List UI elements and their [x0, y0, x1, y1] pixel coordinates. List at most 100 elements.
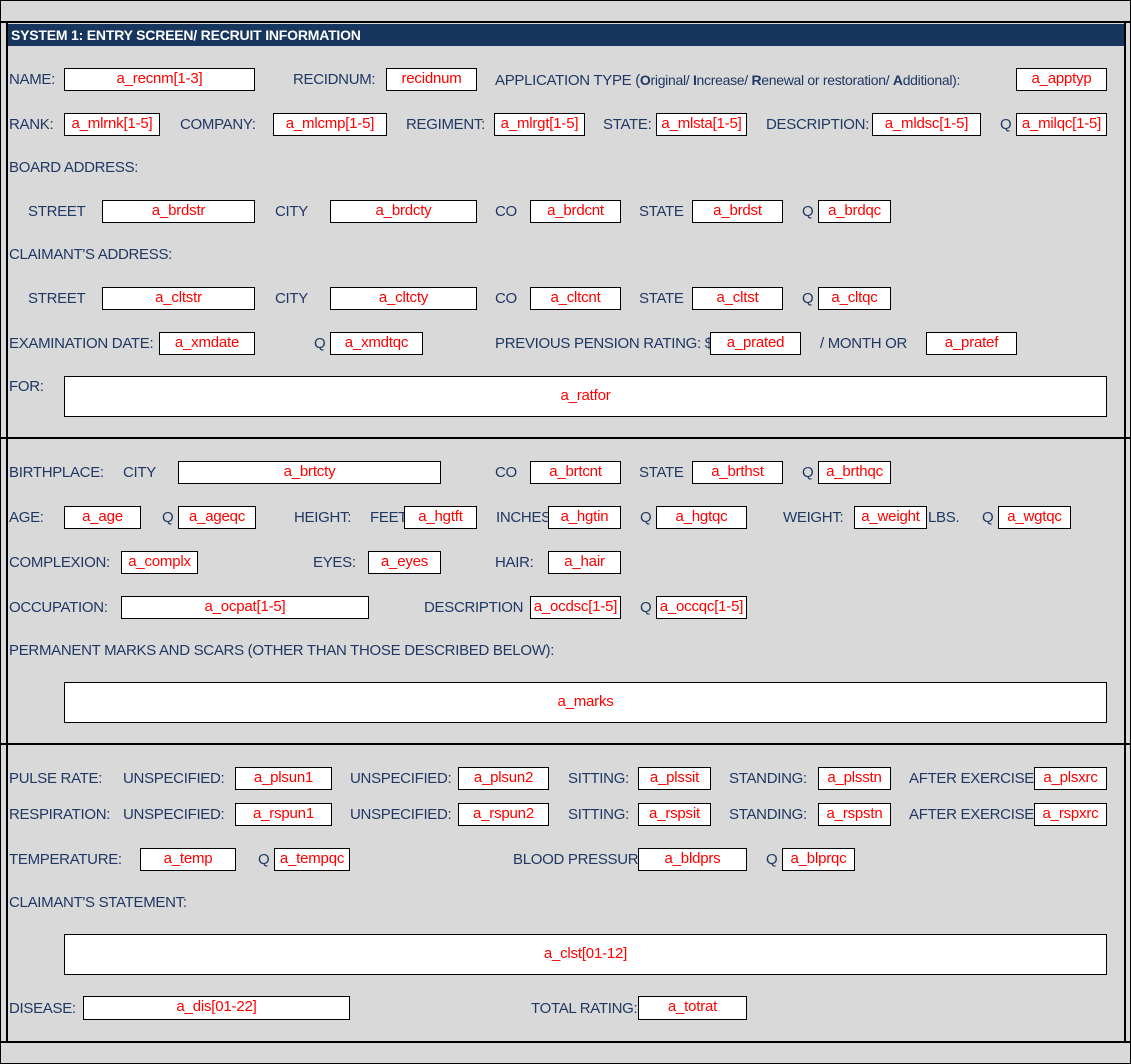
previous-rating-label: PREVIOUS PENSION RATING: $	[495, 335, 713, 352]
claimant-county-field[interactable]: a_cltcnt	[530, 287, 621, 310]
board-street-field[interactable]: a_brdstr	[102, 200, 255, 223]
rating-for-label: FOR:	[9, 378, 44, 395]
eyes-field[interactable]: a_eyes	[368, 551, 441, 574]
app-type-original-initial: O	[639, 72, 651, 88]
pulse-unspecified1-label: UNSPECIFIED:	[123, 770, 225, 787]
height-q-label: Q	[640, 509, 652, 526]
board-state-field[interactable]: a_brdst	[692, 200, 783, 223]
temperature-field[interactable]: a_temp	[140, 848, 236, 871]
height-feet-field[interactable]: a_hgtft	[404, 506, 477, 529]
respiration-unspecified2-field[interactable]: a_rspun2	[458, 803, 549, 826]
birth-state-field[interactable]: a_brthst	[692, 461, 783, 484]
temperature-label: TEMPERATURE:	[9, 851, 122, 868]
total-rating-label: TOTAL RATING:	[531, 1000, 638, 1017]
name-label: NAME:	[9, 71, 56, 88]
marks-field[interactable]: a_marks	[64, 682, 1107, 723]
military-description-label: DESCRIPTION:	[766, 116, 870, 133]
form-header: SYSTEM 1: ENTRY SCREEN/ RECRUIT INFORMAT…	[8, 24, 1124, 46]
company-field[interactable]: a_mlcmp[1-5]	[273, 113, 387, 136]
military-state-label: STATE:	[603, 116, 652, 133]
weight-q-field[interactable]: a_wgtqc	[998, 506, 1071, 529]
claimant-statement-field[interactable]: a_clst[01-12]	[64, 934, 1107, 975]
hair-field[interactable]: a_hair	[548, 551, 621, 574]
military-q-field[interactable]: a_milqc[1-5]	[1016, 113, 1107, 136]
age-field[interactable]: a_age	[64, 506, 141, 529]
respiration-unspecified1-field[interactable]: a_rspun1	[235, 803, 332, 826]
app-type-additional-initial: A	[892, 72, 903, 88]
weight-field[interactable]: a_weight	[854, 506, 927, 529]
occupation-label: OCCUPATION:	[9, 599, 108, 616]
rating-for-field[interactable]: a_ratfor	[64, 376, 1107, 417]
pulse-exercise-field[interactable]: a_plsxrc	[1034, 767, 1107, 790]
bottom-divider	[0, 1041, 1131, 1043]
app-type-renewal-initial: R	[751, 72, 762, 88]
respiration-exercise-field[interactable]: a_rspxrc	[1034, 803, 1107, 826]
weight-label: WEIGHT:	[783, 509, 844, 526]
pulse-standing-label: STANDING:	[729, 770, 807, 787]
board-city-field[interactable]: a_brdcty	[330, 200, 477, 223]
birth-state-label: STATE	[639, 464, 684, 481]
respiration-sitting-label: SITTING:	[568, 806, 629, 823]
birth-county-label: CO	[495, 464, 517, 481]
birth-county-field[interactable]: a_brtcnt	[530, 461, 621, 484]
occupation-field[interactable]: a_ocpat[1-5]	[121, 596, 369, 619]
temperature-q-field[interactable]: a_tempqc	[274, 848, 350, 871]
company-label: COMPANY:	[180, 116, 256, 133]
temperature-q-label: Q	[258, 851, 270, 868]
respiration-standing-label: STANDING:	[729, 806, 807, 823]
occupation-q-field[interactable]: a_occqc[1-5]	[656, 596, 747, 619]
complexion-field[interactable]: a_complx	[121, 551, 198, 574]
disease-label: DISEASE:	[9, 1000, 76, 1017]
recidnum-field[interactable]: recidnum	[386, 68, 477, 91]
board-q-field[interactable]: a_brdqc	[818, 200, 891, 223]
app-type-additional-rest: dditional):	[902, 72, 961, 88]
pulse-unspecified2-field[interactable]: a_plsun2	[458, 767, 549, 790]
board-county-field[interactable]: a_brdcnt	[530, 200, 621, 223]
blood-pressure-q-field[interactable]: a_blprqc	[782, 848, 855, 871]
occupation-description-field[interactable]: a_ocdsc[1-5]	[530, 596, 621, 619]
regiment-label: REGIMENT:	[406, 116, 485, 133]
previous-rating-field[interactable]: a_prated	[710, 332, 801, 355]
total-rating-field[interactable]: a_totrat	[638, 996, 747, 1020]
disease-field[interactable]: a_dis[01-22]	[83, 996, 350, 1020]
pulse-rate-label: PULSE RATE:	[9, 770, 103, 787]
claimant-street-field[interactable]: a_cltstr	[102, 287, 255, 310]
claimant-county-label: CO	[495, 290, 517, 307]
claimant-q-field[interactable]: a_cltqc	[818, 287, 891, 310]
rank-label: RANK:	[9, 116, 54, 133]
name-field[interactable]: a_recnm[1-3]	[64, 68, 255, 91]
height-inches-field[interactable]: a_hgtin	[548, 506, 621, 529]
blood-pressure-q-label: Q	[766, 851, 778, 868]
claimant-city-field[interactable]: a_cltcty	[330, 287, 477, 310]
rank-field[interactable]: a_mlrnk[1-5]	[64, 113, 160, 136]
blood-pressure-field[interactable]: a_bldprs	[638, 848, 747, 871]
pulse-sitting-field[interactable]: a_plssit	[638, 767, 711, 790]
respiration-label: RESPIRATION:	[9, 806, 111, 823]
exam-q-field[interactable]: a_xmdtqc	[330, 332, 423, 355]
birth-city-field[interactable]: a_brtcty	[178, 461, 441, 484]
age-label: AGE:	[9, 509, 44, 526]
eyes-label: EYES:	[313, 554, 356, 571]
respiration-sitting-field[interactable]: a_rspsit	[638, 803, 711, 826]
exam-date-field[interactable]: a_xmdate	[159, 332, 255, 355]
respiration-standing-field[interactable]: a_rspstn	[818, 803, 891, 826]
app-type-original-rest: riginal/	[650, 72, 693, 88]
board-q-label: Q	[802, 203, 814, 220]
height-label: HEIGHT:	[294, 509, 352, 526]
military-description-field[interactable]: a_mldsc[1-5]	[872, 113, 981, 136]
pulse-standing-field[interactable]: a_plsstn	[818, 767, 891, 790]
birth-q-field[interactable]: a_brthqc	[818, 461, 891, 484]
military-q-label: Q	[1000, 116, 1012, 133]
application-type-label: APPLICATION TYPE (Original/ Increase/ Re…	[495, 69, 960, 92]
regiment-field[interactable]: a_mlrgt[1-5]	[494, 113, 585, 136]
birth-q-label: Q	[802, 464, 814, 481]
application-type-field[interactable]: a_apptyp	[1016, 68, 1107, 91]
military-state-field[interactable]: a_mlsta[1-5]	[656, 113, 747, 136]
complexion-label: COMPLEXION:	[9, 554, 110, 571]
pulse-unspecified1-field[interactable]: a_plsun1	[235, 767, 332, 790]
height-inches-label: INCHES	[496, 509, 551, 526]
rating-fraction-field[interactable]: a_pratef	[926, 332, 1017, 355]
height-q-field[interactable]: a_hgtqc	[656, 506, 747, 529]
age-q-field[interactable]: a_ageqc	[178, 506, 256, 529]
claimant-state-field[interactable]: a_cltst	[692, 287, 783, 310]
